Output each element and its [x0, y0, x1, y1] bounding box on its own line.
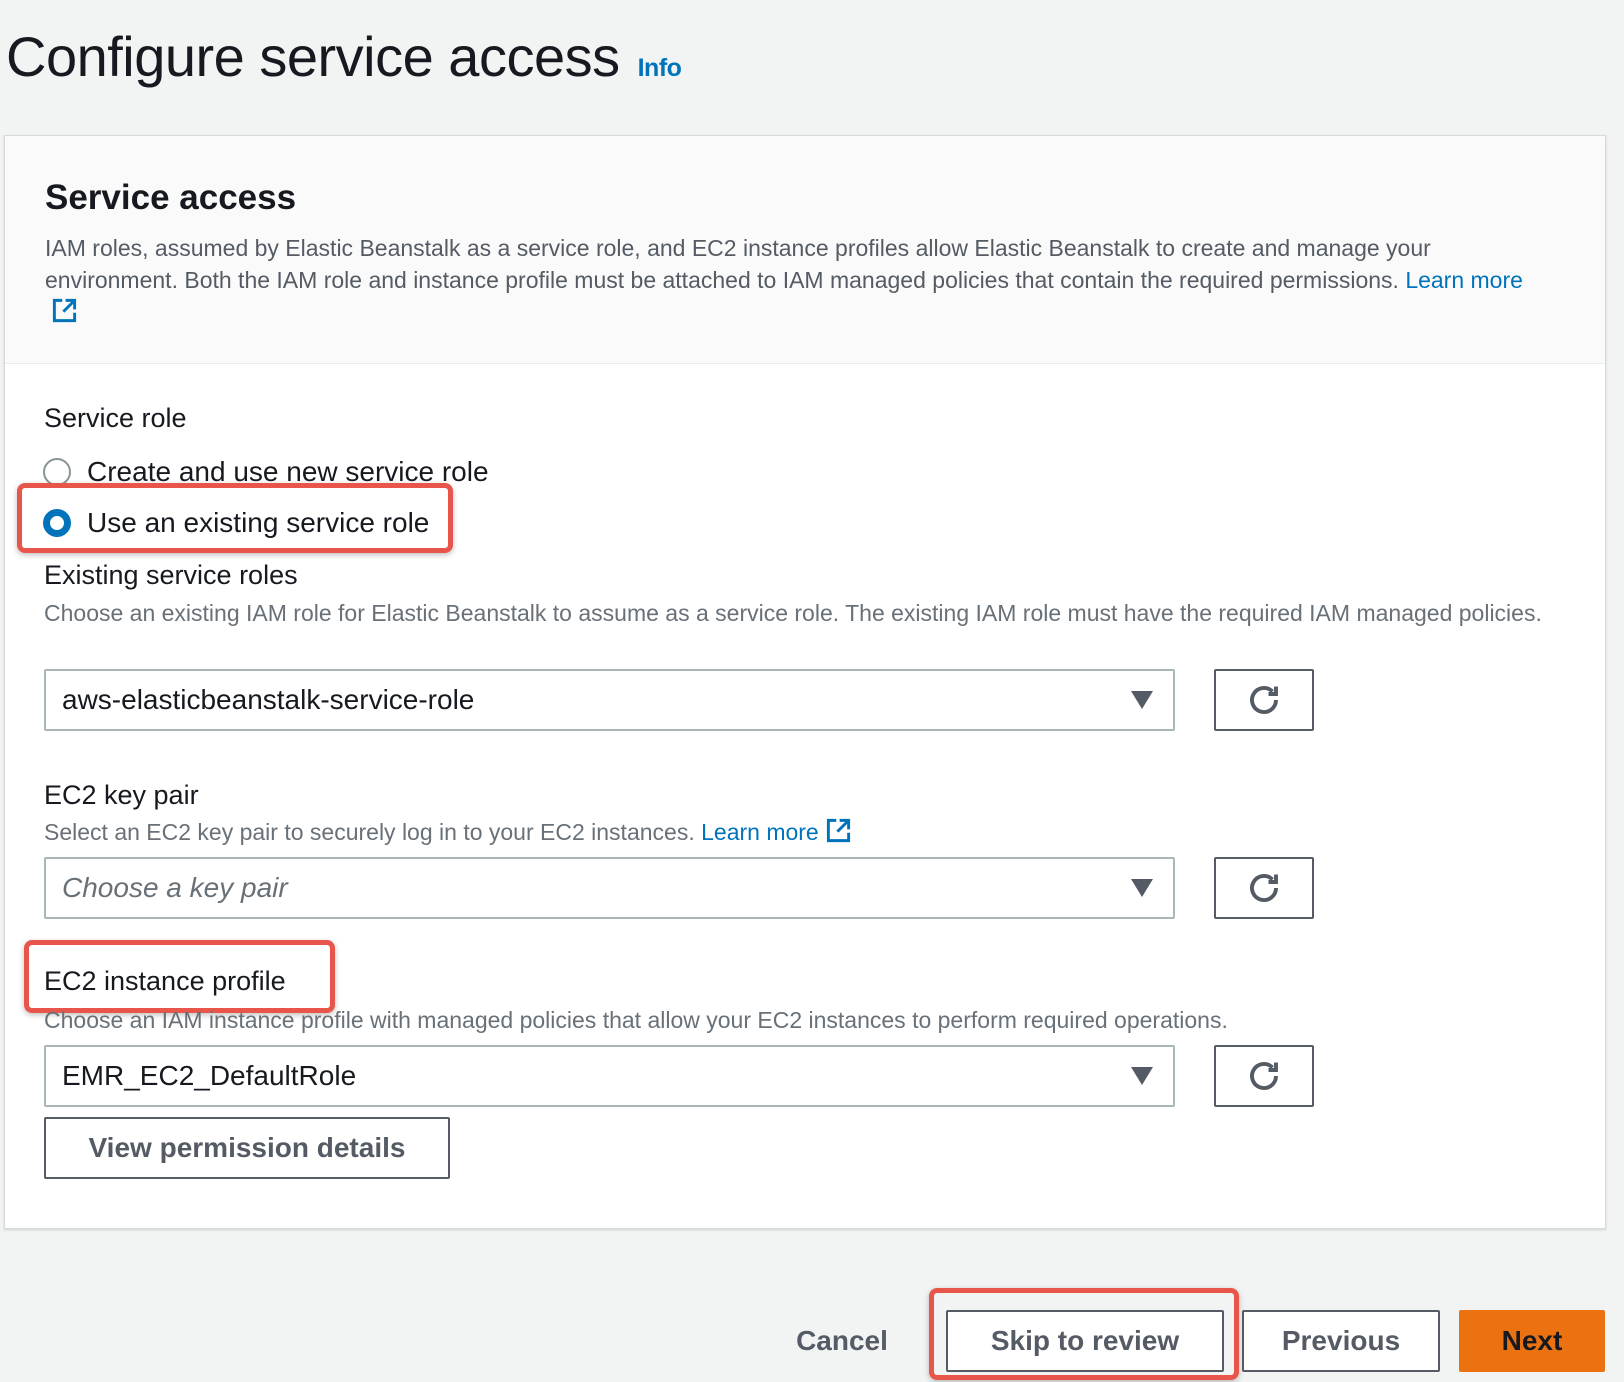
refresh-icon: [1250, 874, 1278, 902]
highlight-instance-profile: [24, 940, 335, 1013]
refresh-roles-button[interactable]: [1214, 669, 1314, 731]
page: Configure service access Info Service ac…: [0, 0, 1624, 1382]
key-pair-learn-more-label[interactable]: Learn more: [701, 819, 819, 845]
existing-roles-value: aws-elasticbeanstalk-service-role: [62, 684, 475, 715]
refresh-icon: [1250, 1062, 1278, 1090]
view-permission-details-button[interactable]: View permission details: [44, 1117, 450, 1179]
existing-roles-label: Existing service roles: [44, 560, 298, 590]
external-link-icon: [826, 818, 850, 843]
refresh-key-pairs-button[interactable]: [1214, 857, 1314, 919]
caret-down-icon: [1131, 1067, 1153, 1085]
page-title: Configure service access Info: [6, 24, 682, 89]
cancel-button[interactable]: Cancel: [780, 1310, 904, 1372]
radio-button[interactable]: [43, 458, 71, 486]
key-pair-description: Select an EC2 key pair to securely log i…: [44, 816, 852, 848]
key-pair-placeholder: Choose a key pair: [62, 872, 288, 903]
existing-roles-select[interactable]: aws-elasticbeanstalk-service-role: [44, 669, 1175, 731]
section-description: IAM roles, assumed by Elastic Beanstalk …: [45, 232, 1555, 328]
key-pair-label: EC2 key pair: [44, 780, 199, 810]
info-link[interactable]: Info: [638, 54, 682, 83]
section-title: Service access: [45, 178, 297, 217]
key-pair-select[interactable]: Choose a key pair: [44, 857, 1175, 919]
caret-down-icon: [1131, 691, 1153, 709]
instance-profile-select[interactable]: EMR_EC2_DefaultRole: [44, 1045, 1175, 1107]
previous-button[interactable]: Previous: [1242, 1310, 1440, 1372]
caret-down-icon: [1131, 879, 1153, 897]
next-button[interactable]: Next: [1459, 1310, 1605, 1372]
section-description-text: IAM roles, assumed by Elastic Beanstalk …: [45, 235, 1431, 293]
learn-more-label[interactable]: Learn more: [1405, 267, 1523, 293]
highlight-skip-to-review: [929, 1288, 1239, 1380]
page-title-text: Configure service access: [6, 25, 620, 88]
highlight-existing-role: [17, 483, 453, 553]
refresh-instance-profiles-button[interactable]: [1214, 1045, 1314, 1107]
panel-header: Service access IAM roles, assumed by Ela…: [5, 136, 1605, 364]
refresh-icon: [1250, 686, 1278, 714]
key-pair-description-text: Select an EC2 key pair to securely log i…: [44, 819, 695, 845]
existing-roles-description: Choose an existing IAM role for Elastic …: [44, 600, 1542, 626]
key-pair-learn-more-link[interactable]: Learn more: [701, 818, 852, 845]
service-role-label: Service role: [44, 403, 187, 433]
instance-profile-description: Choose an IAM instance profile with mana…: [44, 1007, 1228, 1033]
instance-profile-value: EMR_EC2_DefaultRole: [62, 1060, 357, 1091]
external-link-icon: [52, 298, 77, 323]
